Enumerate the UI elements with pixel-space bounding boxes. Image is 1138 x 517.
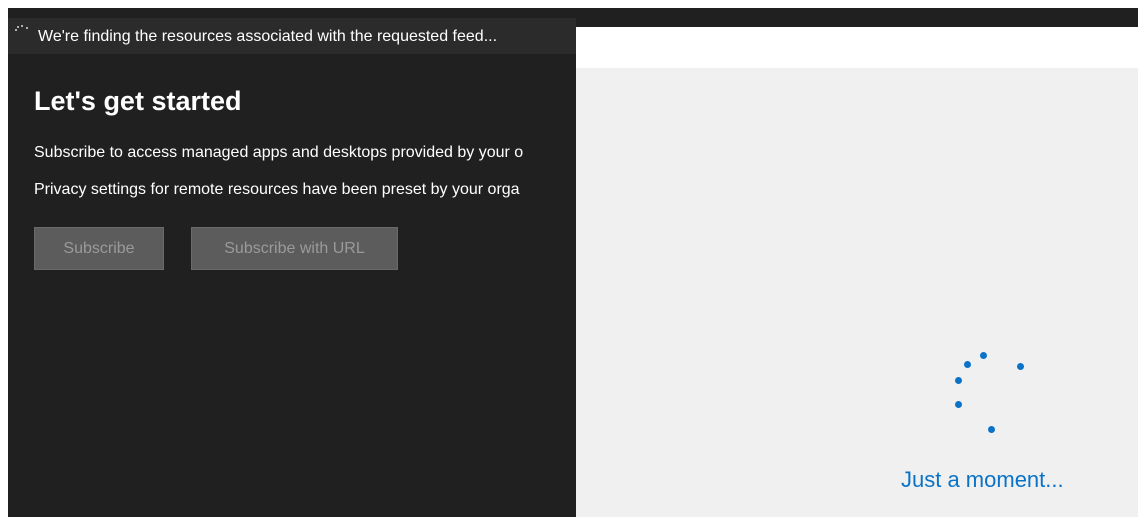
overlay-header [576, 27, 1138, 68]
subscribe-button[interactable]: Subscribe [34, 227, 164, 270]
subscribe-description: Subscribe to access managed apps and des… [34, 144, 524, 161]
spinner-dot [1017, 363, 1024, 370]
spinner-dot [955, 377, 962, 384]
spinner-dot [988, 426, 995, 433]
status-message: We're finding the resources associated w… [38, 28, 498, 45]
spinner-dot [964, 361, 971, 368]
status-bar: We're finding the resources associated w… [8, 18, 576, 54]
status-loading-icon [12, 22, 30, 36]
privacy-description: Privacy settings for remote resources ha… [34, 181, 520, 198]
spinner-dot [955, 401, 962, 408]
spinner-dot [980, 352, 987, 359]
loading-overlay: Just a moment... [576, 27, 1138, 517]
loading-spinner-icon [946, 347, 1026, 437]
page-title: Let's get started [34, 86, 242, 116]
loading-message: Just a moment... [901, 467, 1064, 492]
subscribe-with-url-button[interactable]: Subscribe with URL [191, 227, 398, 270]
